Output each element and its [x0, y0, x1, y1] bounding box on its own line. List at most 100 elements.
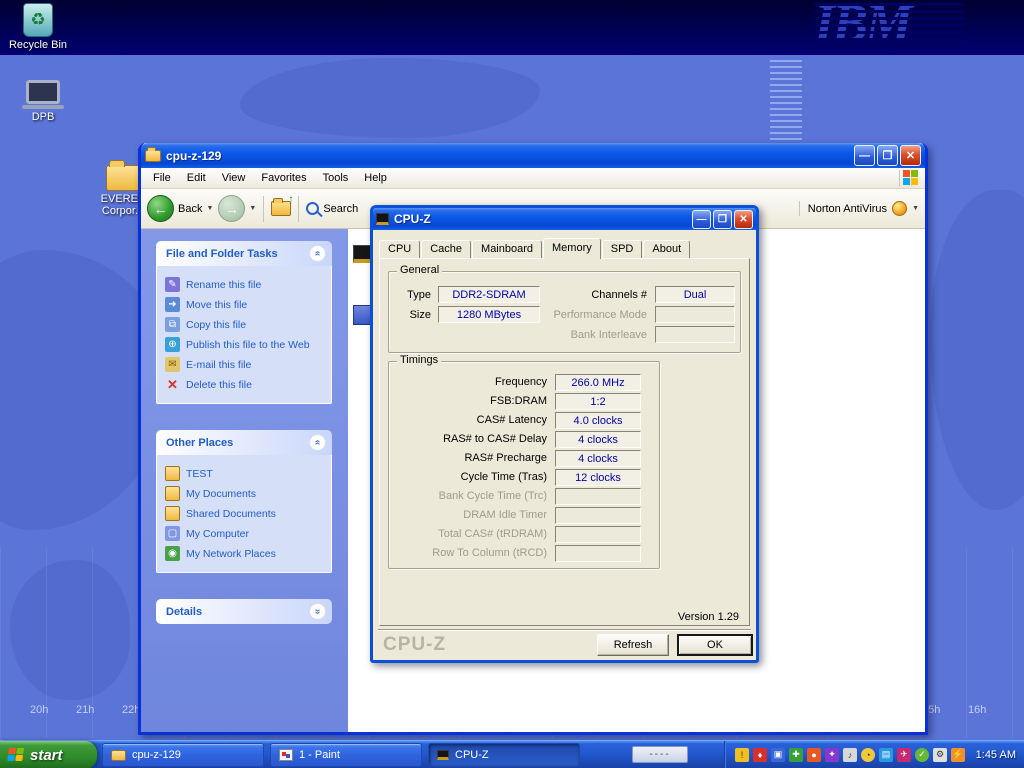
place-my-documents[interactable]: My Documents — [165, 486, 323, 501]
delete-icon — [165, 377, 180, 392]
toolbar-separator — [263, 196, 264, 222]
cpuz-titlebar[interactable]: CPU-Z — ❐ ✕ — [373, 208, 756, 230]
copy-icon — [165, 317, 180, 332]
timing-label: Cycle Time (Tras) — [393, 471, 547, 483]
panel-header-other-places[interactable]: Other Places » — [156, 430, 332, 455]
menu-favorites[interactable]: Favorites — [253, 170, 314, 186]
place-test[interactable]: TEST — [165, 466, 323, 481]
tray-icon-shield[interactable]: ! — [735, 748, 749, 762]
channels-label: Channels # — [537, 289, 647, 301]
task-label: Move this file — [186, 299, 247, 311]
task-move-file[interactable]: Move this file — [165, 297, 323, 312]
timing-field — [555, 526, 641, 543]
timing-label: RAS# Precharge — [393, 452, 547, 464]
timezone-label: 20h — [30, 704, 48, 716]
back-icon: ← — [147, 195, 174, 222]
tray-icon-tool[interactable]: ⚙ — [933, 748, 947, 762]
refresh-button[interactable]: Refresh — [597, 634, 669, 656]
type-label: Type — [389, 289, 431, 301]
timezone-label: 21h — [76, 704, 94, 716]
back-button[interactable]: ← Back ▼ — [147, 195, 213, 222]
tab-cache[interactable]: Cache — [421, 240, 471, 258]
laptop-icon-base — [22, 105, 64, 109]
toolbar-separator — [298, 196, 299, 222]
taskbar-task-explorer[interactable]: cpu-z-129 — [102, 743, 264, 767]
search-button[interactable]: Search — [306, 202, 358, 215]
explorer-titlebar[interactable]: cpu-z-129 — ❐ ✕ — [141, 143, 925, 168]
timing-label: RAS# to CAS# Delay — [393, 433, 547, 445]
tray-icon-removable[interactable]: ✈ — [897, 748, 911, 762]
timing-field: 4 clocks — [555, 431, 641, 448]
computer-icon — [165, 526, 180, 541]
timing-field: 4 clocks — [555, 450, 641, 467]
task-email-file[interactable]: E-mail this file — [165, 357, 323, 372]
tray-icon-power[interactable]: ⚡ — [951, 748, 965, 762]
folder-icon — [145, 150, 161, 162]
task-label: Publish this file to the Web — [186, 339, 310, 351]
maximize-button[interactable]: ❐ — [877, 145, 898, 166]
tray-icon-update[interactable]: ✚ — [789, 748, 803, 762]
tray-icon-antivirus[interactable]: ♦ — [753, 748, 767, 762]
tray-icon-status[interactable]: ✓ — [915, 748, 929, 762]
norton-icon — [892, 201, 907, 216]
menu-view[interactable]: View — [214, 170, 254, 186]
tray-icon-firewall[interactable]: ● — [807, 748, 821, 762]
close-button[interactable]: ✕ — [734, 210, 753, 229]
tab-spd[interactable]: SPD — [602, 240, 643, 258]
desktop-icon-recycle-bin[interactable]: ♻ Recycle Bin — [6, 3, 70, 51]
bank-interleave-field — [655, 326, 735, 343]
place-label: My Computer — [186, 528, 249, 540]
search-label: Search — [323, 203, 358, 215]
start-button[interactable]: start — [0, 741, 97, 768]
tab-about[interactable]: About — [643, 240, 690, 258]
groupbox-legend: Timings — [397, 354, 441, 366]
chip-icon — [437, 750, 449, 760]
taskbar-task-cpuz[interactable]: CPU-Z — [428, 743, 580, 767]
menu-edit[interactable]: Edit — [179, 170, 214, 186]
task-label: Copy this file — [186, 319, 246, 331]
norton-antivirus-button[interactable]: Norton AntiVirus ▼ — [799, 201, 919, 216]
tray-icon-messenger[interactable]: ✦ — [825, 748, 839, 762]
up-button[interactable]: ↑ — [271, 201, 291, 216]
forward-button[interactable]: → ▼ — [218, 195, 256, 222]
taskbar-task-paint[interactable]: 1 - Paint — [270, 743, 422, 767]
task-publish-file[interactable]: Publish this file to the Web — [165, 337, 323, 352]
task-delete-file[interactable]: Delete this file — [165, 377, 323, 392]
minimize-button[interactable]: — — [692, 210, 711, 229]
tray-icon-display[interactable]: ▤ — [879, 748, 893, 762]
timing-label: Row To Column (tRCD) — [393, 547, 547, 559]
timing-field: 1:2 — [555, 393, 641, 410]
performance-mode-field — [655, 306, 735, 323]
panel-title: File and Folder Tasks — [166, 248, 278, 260]
setup-file-icon[interactable] — [353, 305, 371, 325]
chevron-down-icon: ▼ — [912, 205, 919, 212]
folder-icon — [165, 486, 180, 501]
folder-icon — [106, 165, 140, 191]
tray-icon-clock-sync[interactable]: ◔ — [861, 748, 875, 762]
place-my-computer[interactable]: My Computer — [165, 526, 323, 541]
tab-cpu[interactable]: CPU — [379, 240, 420, 258]
minimize-button[interactable]: — — [854, 145, 875, 166]
close-button[interactable]: ✕ — [900, 145, 921, 166]
timing-label: Frequency — [393, 376, 547, 388]
place-shared-documents[interactable]: Shared Documents — [165, 506, 323, 521]
taskbar-dashes-button[interactable]: ---- — [632, 746, 688, 763]
menu-tools[interactable]: Tools — [315, 170, 357, 186]
menu-file[interactable]: File — [145, 170, 179, 186]
tray-icon-network[interactable]: ▣ — [771, 748, 785, 762]
maximize-button[interactable]: ❐ — [713, 210, 732, 229]
task-rename-file[interactable]: Rename this file — [165, 277, 323, 292]
tab-memory[interactable]: Memory — [543, 238, 601, 259]
menu-help[interactable]: Help — [356, 170, 395, 186]
tab-mainboard[interactable]: Mainboard — [472, 240, 542, 258]
task-label: E-mail this file — [186, 359, 251, 371]
channels-field: Dual — [655, 286, 735, 303]
panel-header-file-tasks[interactable]: File and Folder Tasks » — [156, 241, 332, 266]
place-my-network[interactable]: My Network Places — [165, 546, 323, 561]
ok-button[interactable]: OK — [677, 634, 753, 656]
task-copy-file[interactable]: Copy this file — [165, 317, 323, 332]
chevron-down-icon: ▼ — [206, 205, 213, 212]
panel-header-details[interactable]: Details » — [156, 599, 332, 624]
tray-icon-volume[interactable]: ♪ — [843, 748, 857, 762]
desktop-icon-dpb[interactable]: DPB — [14, 80, 72, 123]
